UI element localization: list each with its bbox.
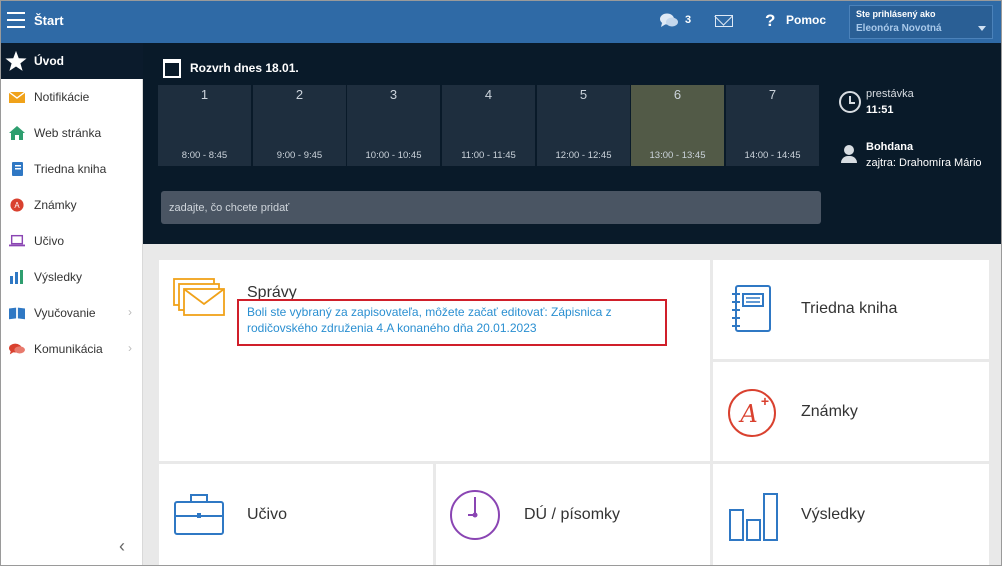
top-bar: Štart 3 ? Pomoc Ste prihlásený ako Eleon… — [1, 1, 1001, 43]
lesson-slot[interactable]: 5 12:00 - 12:45 — [537, 85, 630, 166]
collapse-sidebar-icon[interactable]: ‹ — [119, 536, 125, 557]
sidebar-item-label: Učivo — [34, 234, 65, 248]
chevron-down-icon — [978, 26, 986, 31]
sidebar-item-label: Komunikácia — [34, 342, 103, 356]
highlight-annotation — [237, 299, 667, 346]
lesson-number: 3 — [389, 87, 398, 102]
notebook-icon — [732, 285, 771, 332]
svg-text:A: A — [14, 201, 20, 210]
sidebar-item-label: Známky — [34, 198, 77, 212]
svg-text:A: A — [738, 400, 757, 428]
chevron-right-icon: › — [128, 305, 132, 319]
results-tile[interactable]: Výsledky — [713, 464, 989, 565]
lesson-time: 8:00 - 8:45 — [181, 150, 228, 161]
curriculum-tile[interactable]: Učivo — [159, 464, 433, 565]
sidebar-item-triedna-kniha[interactable]: Triedna kniha — [1, 151, 143, 187]
lesson-number: 2 — [295, 87, 304, 102]
clock-icon — [450, 490, 500, 540]
duty-tomorrow: zajtra: Drahomíra Mário — [866, 157, 982, 169]
lesson-number: 6 — [673, 87, 682, 102]
user-name: Eleonóra Novotná — [856, 23, 942, 34]
sidebar-item-label: Triedna kniha — [34, 162, 107, 176]
lesson-time: 14:00 - 14:45 — [744, 150, 801, 161]
grade-a-plus-icon: A + — [728, 389, 776, 437]
user-dropdown[interactable]: Ste prihlásený ako Eleonóra Novotná — [849, 5, 993, 39]
schedule-panel: Rozvrh dnes 18.01. 1 8:00 - 8:45 2 9:00 … — [143, 43, 1001, 244]
results-title: Výsledky — [801, 506, 866, 523]
sidebar-item-vyucovanie[interactable]: Vyučovanie › — [1, 295, 143, 331]
sidebar-item-notifikacie[interactable]: Notifikácie — [1, 79, 143, 115]
lesson-slot[interactable]: 2 9:00 - 9:45 — [253, 85, 346, 166]
sidebar-item-komunikacia[interactable]: Komunikácia › — [1, 331, 143, 367]
calendar-icon — [163, 59, 181, 78]
help-icon[interactable]: ? — [765, 11, 775, 31]
sidebar-item-label: Výsledky — [34, 270, 83, 284]
break-time: 11:51 — [866, 104, 894, 116]
svg-text:+: + — [761, 393, 769, 409]
sidebar-item-label: Úvod — [34, 54, 64, 68]
lesson-number: 4 — [484, 87, 493, 102]
briefcase-icon — [174, 494, 224, 535]
star-icon — [5, 50, 27, 71]
homework-title: DÚ / písomky — [524, 506, 621, 523]
grades-tile[interactable]: A + Známky — [713, 362, 989, 461]
duty-name: Bohdana — [866, 141, 914, 153]
sidebar-item-label: Notifikácie — [34, 90, 90, 104]
chat-icon — [9, 343, 25, 355]
notebook-icon — [12, 162, 23, 176]
book-icon — [9, 307, 25, 320]
grades-title: Známky — [801, 403, 858, 420]
bar-chart-icon — [729, 493, 778, 541]
sidebar-item-uvod[interactable]: Úvod — [1, 43, 143, 79]
menu-icon[interactable] — [7, 12, 25, 28]
app-window: Štart 3 ? Pomoc Ste prihlásený ako Eleon… — [0, 0, 1002, 566]
person-icon — [841, 145, 857, 163]
curriculum-title: Učivo — [247, 506, 288, 523]
sidebar-item-vysledky[interactable]: Výsledky — [1, 259, 143, 295]
chat-bubbles-icon[interactable] — [659, 12, 679, 30]
lesson-number: 1 — [200, 87, 209, 102]
lesson-slot[interactable]: 3 10:00 - 10:45 — [347, 85, 440, 166]
quick-add-input[interactable] — [161, 191, 821, 224]
message-count-badge: 3 — [685, 14, 692, 26]
bar-chart-icon — [10, 270, 23, 284]
class-book-tile[interactable]: Triedna kniha — [713, 260, 989, 359]
help-link[interactable]: Pomoc — [786, 13, 826, 27]
sidebar-item-ucivo[interactable]: Učivo — [1, 223, 143, 259]
sidebar-item-label: Web stránka — [34, 126, 102, 140]
lesson-time: 9:00 - 9:45 — [276, 150, 323, 161]
break-label: prestávka — [866, 88, 914, 100]
envelope-stack-icon — [173, 278, 225, 316]
logged-in-label: Ste prihlásený ako — [856, 9, 936, 19]
laptop-icon — [9, 234, 25, 247]
clock-icon — [839, 91, 861, 113]
lesson-time: 12:00 - 12:45 — [555, 150, 612, 161]
schedule-title: Rozvrh dnes 18.01. — [190, 61, 299, 75]
lesson-number: 7 — [768, 87, 777, 102]
sidebar-item-label: Vyučovanie — [34, 306, 96, 320]
lesson-slot[interactable]: 4 11:00 - 11:45 — [442, 85, 535, 166]
lesson-slot[interactable]: 1 8:00 - 8:45 — [158, 85, 251, 166]
mail-icon[interactable] — [715, 15, 733, 27]
lesson-slot-current[interactable]: 6 13:00 - 13:45 — [631, 85, 724, 166]
chevron-right-icon: › — [128, 341, 132, 355]
sidebar-item-web-stranka[interactable]: Web stránka — [1, 115, 143, 151]
homework-tile[interactable]: DÚ / písomky — [436, 464, 710, 565]
home-icon — [9, 126, 25, 140]
sidebar-item-znamky[interactable]: A Známky — [1, 187, 143, 223]
lesson-time: 11:00 - 11:45 — [461, 150, 516, 161]
sidebar: Úvod Notifikácie Web stránka Triedna kni… — [1, 43, 143, 565]
envelope-icon — [9, 91, 25, 103]
messages-tile[interactable]: Správy Boli ste vybraný za zapisovateľa,… — [159, 260, 710, 461]
class-book-title: Triedna kniha — [801, 300, 898, 317]
grade-icon: A — [10, 198, 24, 212]
lesson-time: 13:00 - 13:45 — [649, 150, 706, 161]
page-title: Štart — [34, 13, 64, 28]
lesson-slot[interactable]: 7 14:00 - 14:45 — [726, 85, 819, 166]
lesson-time: 10:00 - 10:45 — [365, 150, 422, 161]
lesson-number: 5 — [579, 87, 588, 102]
